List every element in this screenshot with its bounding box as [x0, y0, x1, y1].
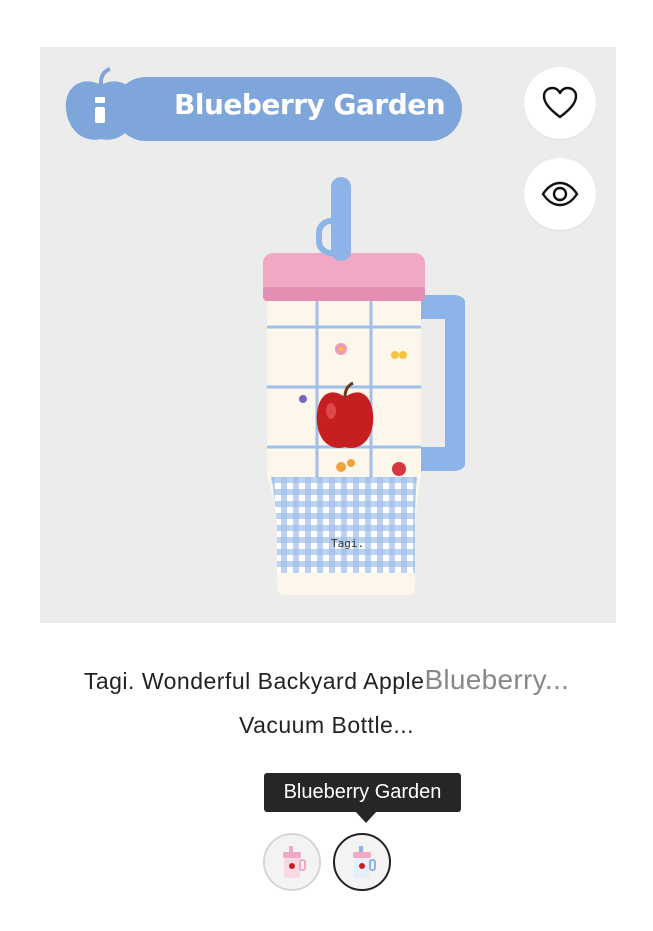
- heart-icon: [542, 86, 578, 119]
- pink-tumbler-thumbnail: [283, 846, 306, 878]
- product-title-line-2: Vacuum Bottle...: [0, 703, 653, 747]
- eye-icon: [541, 181, 579, 207]
- apple-logo-icon: [65, 67, 137, 140]
- quick-view-button[interactable]: [524, 158, 596, 230]
- blue-tumbler-thumbnail: [353, 846, 376, 878]
- product-name: Tagi. Wonderful Backyard Apple: [83, 668, 425, 694]
- product-title[interactable]: Tagi. Wonderful Backyard AppleBlueberry.…: [0, 658, 653, 747]
- product-title-line-1: Tagi. Wonderful Backyard AppleBlueberry.…: [0, 658, 653, 703]
- swatch-pink-variant[interactable]: [263, 833, 321, 891]
- swatch-tooltip: Blueberry Garden: [264, 773, 461, 812]
- swatch-blueberry-garden-variant[interactable]: [333, 833, 391, 891]
- badge-text: Blueberry Garden: [174, 88, 446, 121]
- bottle-brand: Tagi.: [331, 537, 364, 550]
- collection-badge: Blueberry Garden: [62, 67, 462, 145]
- product-variant: Blueberry...: [424, 664, 570, 695]
- tooltip-arrow: [355, 811, 377, 823]
- product-name-continued: Vacuum Bottle...: [238, 712, 415, 738]
- tumbler-illustration: Tagi.: [263, 177, 465, 595]
- wishlist-button[interactable]: [524, 67, 596, 139]
- product-image[interactable]: Blueberry Garden Tagi.: [40, 47, 616, 623]
